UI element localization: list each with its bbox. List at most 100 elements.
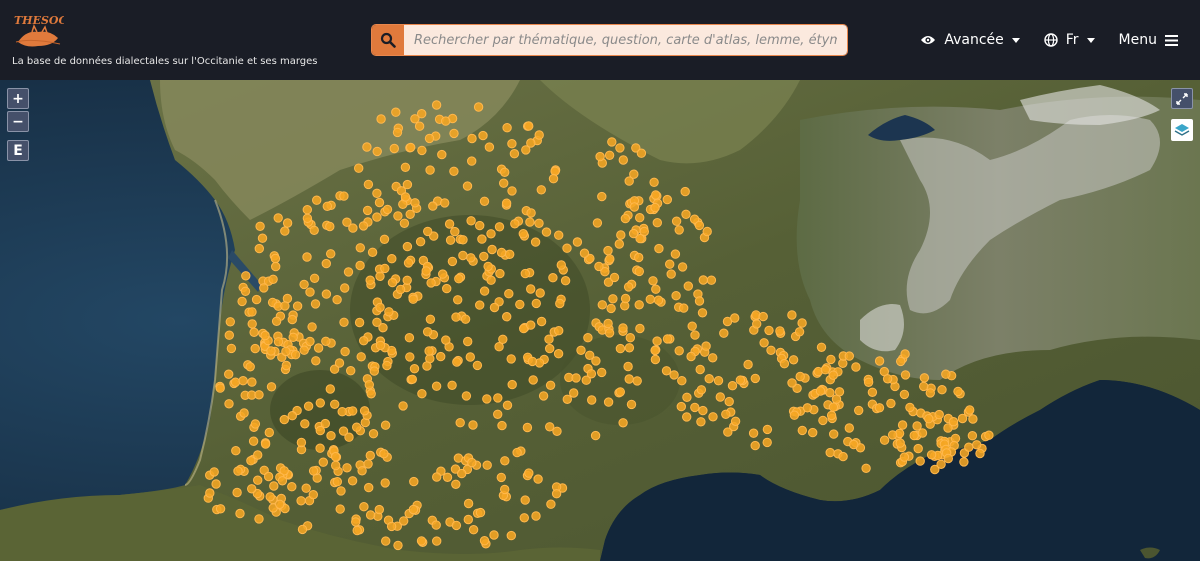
survey-point-marker[interactable] — [254, 243, 264, 254]
survey-point-marker[interactable] — [257, 233, 268, 243]
survey-point-marker[interactable] — [562, 243, 572, 253]
survey-point-marker[interactable] — [504, 289, 514, 299]
survey-point-marker[interactable] — [451, 479, 461, 489]
survey-point-marker[interactable] — [594, 261, 604, 272]
survey-point-marker[interactable] — [681, 209, 691, 220]
survey-point-marker[interactable] — [550, 166, 560, 176]
survey-point-marker[interactable] — [696, 417, 706, 427]
survey-point-marker[interactable] — [620, 213, 631, 224]
survey-point-marker[interactable] — [899, 452, 910, 462]
survey-point-marker[interactable] — [653, 295, 664, 305]
survey-point-marker[interactable] — [603, 245, 613, 256]
survey-point-marker[interactable] — [442, 472, 453, 482]
survey-point-marker[interactable] — [555, 298, 565, 309]
survey-point-marker[interactable] — [254, 514, 264, 524]
survey-point-marker[interactable] — [280, 226, 290, 236]
survey-point-marker[interactable] — [690, 402, 700, 413]
survey-point-marker[interactable] — [533, 474, 543, 484]
survey-point-marker[interactable] — [708, 353, 718, 363]
survey-point-marker[interactable] — [941, 369, 951, 379]
survey-point-marker[interactable] — [690, 330, 700, 340]
survey-point-marker[interactable] — [281, 346, 291, 357]
survey-point-marker[interactable] — [449, 166, 459, 177]
survey-point-marker[interactable] — [851, 362, 861, 372]
survey-point-marker[interactable] — [347, 476, 358, 486]
survey-point-marker[interactable] — [797, 318, 807, 328]
survey-point-marker[interactable] — [382, 204, 393, 215]
survey-point-marker[interactable] — [399, 218, 410, 229]
survey-point-marker[interactable] — [510, 219, 520, 229]
survey-point-marker[interactable] — [524, 121, 534, 131]
survey-point-marker[interactable] — [652, 218, 662, 228]
survey-point-marker[interactable] — [375, 302, 385, 313]
survey-point-marker[interactable] — [460, 314, 471, 324]
survey-point-marker[interactable] — [608, 294, 618, 304]
survey-point-marker[interactable] — [524, 468, 534, 478]
survey-point-marker[interactable] — [224, 330, 235, 340]
survey-point-marker[interactable] — [762, 424, 773, 435]
survey-point-marker[interactable] — [426, 278, 436, 288]
survey-point-marker[interactable] — [669, 370, 679, 380]
survey-point-marker[interactable] — [530, 237, 541, 247]
survey-point-marker[interactable] — [984, 430, 994, 440]
survey-point-marker[interactable] — [964, 442, 974, 452]
survey-point-marker[interactable] — [489, 302, 500, 313]
survey-point-marker[interactable] — [417, 145, 427, 156]
survey-point-marker[interactable] — [535, 288, 545, 298]
survey-point-marker[interactable] — [750, 440, 760, 451]
survey-point-marker[interactable] — [356, 352, 366, 362]
survey-point-marker[interactable] — [766, 345, 776, 355]
survey-point-marker[interactable] — [634, 266, 644, 277]
survey-point-marker[interactable] — [752, 319, 762, 329]
survey-point-marker[interactable] — [424, 346, 434, 356]
survey-point-marker[interactable] — [362, 142, 372, 152]
survey-point-marker[interactable] — [507, 379, 517, 390]
survey-point-marker[interactable] — [972, 440, 982, 450]
survey-point-marker[interactable] — [592, 218, 603, 228]
survey-point-marker[interactable] — [215, 504, 226, 514]
survey-point-marker[interactable] — [484, 142, 495, 152]
survey-point-marker[interactable] — [467, 457, 477, 468]
survey-point-marker[interactable] — [651, 190, 661, 200]
survey-point-marker[interactable] — [531, 511, 541, 521]
survey-point-marker[interactable] — [506, 354, 516, 364]
fullscreen-button[interactable] — [1171, 88, 1193, 109]
survey-point-marker[interactable] — [296, 437, 307, 448]
survey-point-marker[interactable] — [713, 376, 724, 386]
survey-point-marker[interactable] — [579, 248, 590, 258]
survey-point-marker[interactable] — [489, 530, 499, 540]
survey-point-marker[interactable] — [432, 536, 442, 546]
survey-point-marker[interactable] — [526, 320, 536, 330]
survey-point-marker[interactable] — [650, 202, 660, 213]
survey-point-marker[interactable] — [775, 326, 785, 336]
survey-point-marker[interactable] — [357, 466, 367, 476]
survey-point-marker[interactable] — [628, 228, 639, 239]
survey-point-marker[interactable] — [735, 375, 746, 385]
survey-point-marker[interactable] — [548, 273, 558, 283]
survey-point-marker[interactable] — [597, 191, 607, 202]
survey-point-marker[interactable] — [451, 312, 461, 322]
survey-point-marker[interactable] — [560, 276, 571, 286]
survey-point-marker[interactable] — [288, 332, 298, 342]
survey-point-marker[interactable] — [816, 342, 827, 352]
survey-point-marker[interactable] — [615, 387, 625, 397]
survey-point-marker[interactable] — [694, 296, 705, 306]
survey-point-marker[interactable] — [404, 333, 415, 343]
survey-point-marker[interactable] — [247, 484, 257, 494]
survey-point-marker[interactable] — [730, 313, 740, 323]
survey-point-marker[interactable] — [706, 275, 717, 285]
survey-point-marker[interactable] — [686, 351, 696, 362]
survey-point-marker[interactable] — [322, 201, 332, 212]
survey-point-marker[interactable] — [226, 343, 237, 354]
survey-point-marker[interactable] — [405, 352, 415, 362]
survey-point-marker[interactable] — [925, 388, 935, 398]
survey-point-marker[interactable] — [913, 443, 923, 454]
survey-point-marker[interactable] — [506, 530, 516, 541]
survey-point-marker[interactable] — [425, 165, 435, 175]
survey-point-marker[interactable] — [934, 409, 944, 420]
survey-point-marker[interactable] — [270, 253, 281, 264]
survey-point-marker[interactable] — [661, 366, 672, 376]
survey-point-marker[interactable] — [650, 354, 661, 365]
survey-point-marker[interactable] — [569, 388, 579, 398]
survey-point-marker[interactable] — [802, 403, 813, 413]
